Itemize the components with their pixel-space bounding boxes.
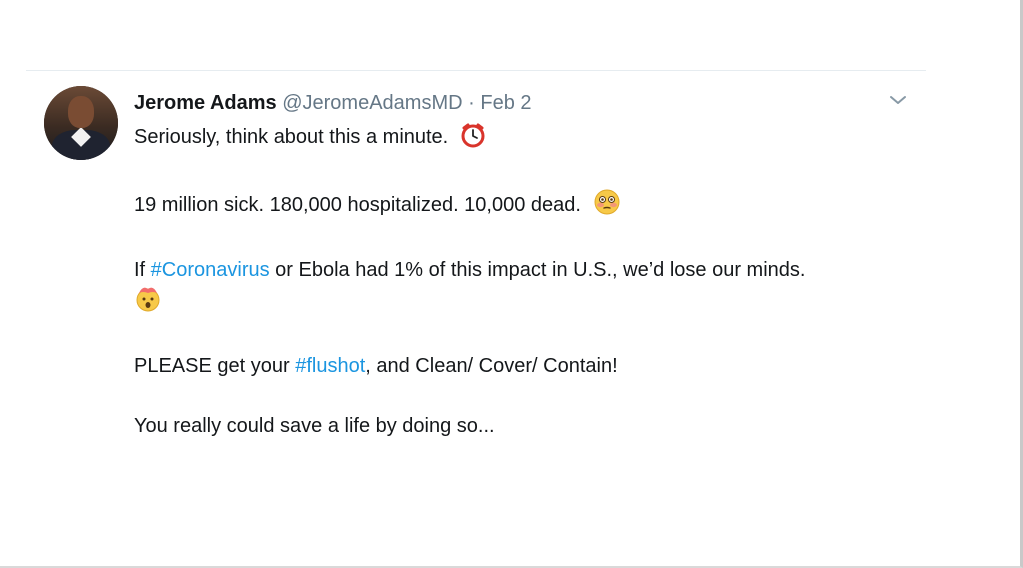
avatar-head: [68, 96, 94, 128]
tweet-line-1-text: Seriously, think about this a minute.: [134, 126, 449, 148]
tweet-date[interactable]: Feb 2: [480, 92, 531, 114]
hashtag-coronavirus-link[interactable]: #Coronavirus: [151, 259, 270, 281]
chevron-down-icon[interactable]: [886, 88, 910, 112]
tweet-line-5-text: You really could save a life by doing so…: [134, 415, 495, 437]
exploding-head-icon: [134, 284, 162, 320]
avatar[interactable]: [44, 86, 118, 160]
tweet-line-2-text: 19 million sick. 180,000 hospitalized. 1…: [134, 194, 581, 216]
tweet-line-2: 19 million sick. 180,000 hospitalized. 1…: [134, 188, 904, 224]
flushed-face-icon: [593, 188, 621, 224]
tweet-line-4: PLEASE get your #flushot, and Clean/ Cov…: [134, 352, 904, 380]
author-name[interactable]: Jerome Adams: [134, 92, 277, 114]
author-handle[interactable]: @JeromeAdamsMD: [282, 92, 462, 114]
alarm-clock-icon: [460, 122, 486, 156]
tweet-line-4-rest: , and Clean/ Cover/ Contain!: [365, 355, 618, 377]
hashtag-flushot-link[interactable]: #flushot: [295, 355, 365, 377]
tweet-line-3-prefix: If: [134, 259, 151, 281]
tweet-line-5: You really could save a life by doing so…: [134, 412, 904, 440]
tweet-header: Jerome Adams @JeromeAdamsMD · Feb 2: [134, 90, 532, 116]
tweet-line-1: Seriously, think about this a minute.: [134, 122, 904, 156]
tweet-line-4-prefix: PLEASE get your: [134, 355, 296, 377]
tweet-divider: [26, 70, 926, 71]
tweet-line-3b: [134, 284, 904, 320]
tweet-line-3-rest: or Ebola had 1% of this impact in U.S., …: [269, 259, 806, 281]
tweet-line-3: If #Coronavirus or Ebola had 1% of this …: [134, 256, 904, 284]
screenshot-frame: Jerome Adams @JeromeAdamsMD · Feb 2 Seri…: [0, 0, 1023, 568]
tweet-body: Seriously, think about this a minute. 19…: [134, 122, 904, 440]
header-separator: ·: [468, 92, 475, 114]
